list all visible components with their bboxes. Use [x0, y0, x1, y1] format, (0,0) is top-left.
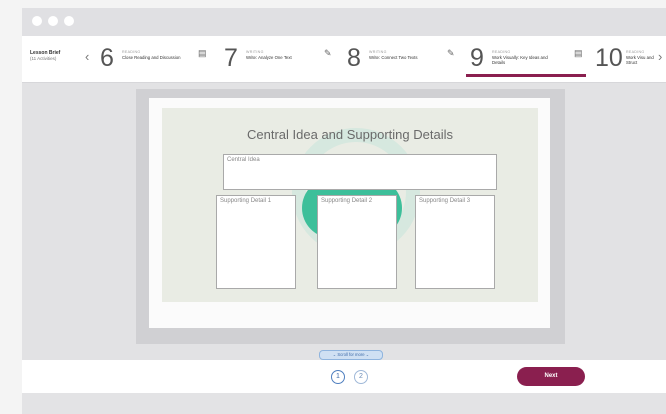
supporting-detail-label: Supporting Detail 1 — [220, 198, 272, 204]
activity-8[interactable]: 8 Writing Write: Connect Two Texts ✎ — [347, 36, 457, 82]
supporting-detail-box-3[interactable]: Supporting Detail 3 — [415, 195, 495, 289]
activity-number: 9 — [470, 44, 484, 72]
supporting-detail-box-1[interactable]: Supporting Detail 1 — [216, 195, 296, 289]
active-activity-indicator — [466, 74, 586, 77]
activity-title: Close Reading and Discussion — [122, 55, 181, 60]
book-icon: ▤ — [574, 48, 583, 58]
activity-number: 7 — [224, 44, 238, 72]
activity-10[interactable]: 10 Reading Work Visu and Struct — [595, 36, 665, 82]
supporting-detail-label: Supporting Detail 2 — [321, 198, 373, 204]
next-button[interactable]: Next — [517, 367, 585, 386]
activity-title: Write: Analyze One Text — [246, 55, 292, 60]
slide-title: Central Idea and Supporting Details — [247, 127, 453, 142]
browser-window: Lesson Brief (11 Activities) ‹ 6 Reading… — [22, 8, 666, 414]
zoom-window-dot[interactable] — [64, 16, 74, 26]
page-1-button[interactable]: 1 — [331, 370, 345, 384]
activity-number: 8 — [347, 44, 361, 72]
activity-title: Write: Connect Two Texts — [369, 55, 418, 60]
close-window-dot[interactable] — [32, 16, 42, 26]
chevron-right-icon[interactable]: › — [658, 49, 662, 64]
footer-bar: 1 2 Next — [22, 360, 666, 393]
activity-number: 6 — [100, 44, 114, 72]
supporting-detail-box-2[interactable]: Supporting Detail 2 — [317, 195, 397, 289]
activity-title: Work Visually: Key Ideas and Details — [492, 55, 548, 66]
activity-6[interactable]: 6 Reading Close Reading and Discussion ▤ — [100, 36, 210, 82]
content-stage: Central Idea and Supporting Details Cent… — [22, 83, 666, 360]
pencil-icon: ✎ — [324, 48, 332, 58]
graphic-organizer: Central Idea and Supporting Details Cent… — [162, 108, 538, 302]
chevron-left-icon[interactable]: ‹ — [85, 49, 89, 64]
scroll-for-more-label: ⌄ Scroll for more ⌄ — [332, 352, 370, 357]
lesson-brief-count: (11 Activities) — [30, 56, 57, 61]
central-idea-label: Central Idea — [227, 157, 260, 163]
activity-7[interactable]: 7 Writing Write: Analyze One Text ✎ — [224, 36, 334, 82]
activity-title: Work Visu and Struct — [626, 55, 654, 66]
book-icon: ▤ — [198, 48, 207, 58]
scroll-for-more-button[interactable]: ⌄ Scroll for more ⌄ — [319, 350, 383, 360]
page-2-button[interactable]: 2 — [354, 370, 368, 384]
central-idea-box[interactable]: Central Idea — [223, 154, 497, 190]
title-bar — [22, 8, 666, 36]
activity-number: 10 — [595, 44, 623, 72]
lesson-brief[interactable]: Lesson Brief (11 Activities) — [30, 50, 84, 62]
supporting-detail-label: Supporting Detail 3 — [419, 198, 471, 204]
minimize-window-dot[interactable] — [48, 16, 58, 26]
pencil-icon: ✎ — [447, 48, 455, 58]
